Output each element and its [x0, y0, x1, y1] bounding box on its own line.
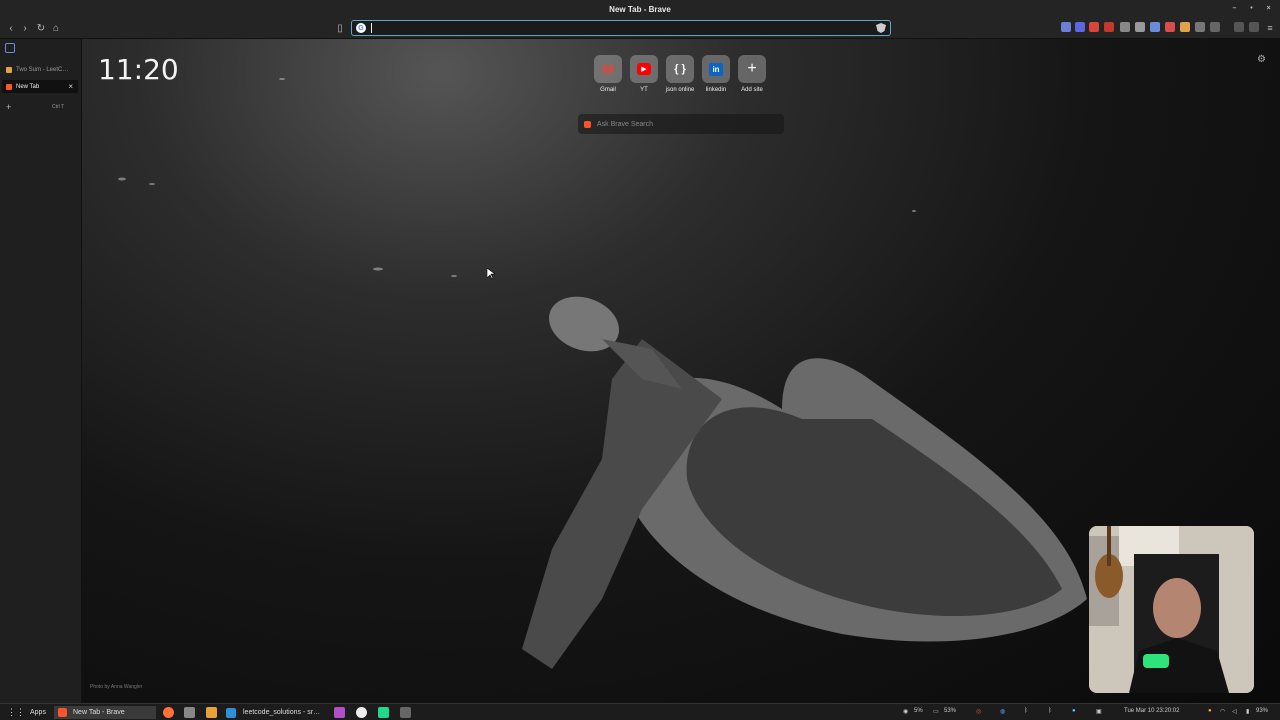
extension-icon[interactable]	[1180, 22, 1190, 32]
vertical-tabs-sidebar: Two Sum - LeetC… New Tab × + Ctrl T	[0, 39, 82, 703]
add-site-button[interactable]: + Add site	[734, 55, 770, 93]
browser-toolbar: ‹ › ↻ ⌂ ▯ G ≡	[0, 18, 1280, 39]
plus-icon: +	[6, 101, 12, 112]
bluetooth-icon[interactable]: ᛒ	[1024, 708, 1028, 714]
top-site-label: linkedin	[705, 87, 727, 93]
brave-shields-icon[interactable]	[876, 23, 886, 33]
extension-icon[interactable]	[1210, 22, 1220, 32]
shortcut-hint: Ctrl T	[52, 103, 65, 110]
maximize-button[interactable]: •	[1246, 3, 1257, 14]
extension-icon[interactable]	[1120, 22, 1130, 32]
close-window-button[interactable]: ×	[1263, 3, 1274, 14]
taskbar-item-vscode[interactable]: leetcode_solutions - sr…	[226, 706, 326, 719]
linkedin-icon: in	[702, 55, 730, 83]
wallet-icon[interactable]	[1249, 22, 1259, 32]
tab-two-sum[interactable]: Two Sum - LeetC…	[2, 63, 78, 76]
battery-icon: ▮	[1246, 709, 1250, 715]
tab-label: Two Sum - LeetC…	[16, 66, 69, 73]
youtube-icon: ▶	[630, 55, 658, 83]
brave-search-box[interactable]: Ask Brave Search	[578, 114, 784, 134]
pycharm-icon[interactable]	[378, 707, 389, 718]
app-tray-icon[interactable]: ◍	[1000, 708, 1005, 715]
google-icon: G	[356, 23, 366, 33]
home-icon[interactable]: ⌂	[49, 21, 63, 35]
vscode-icon	[226, 707, 236, 718]
sidebar-toggle-icon[interactable]	[1234, 22, 1244, 32]
plus-icon: +	[738, 55, 766, 83]
apps-menu-label[interactable]: Apps	[30, 706, 46, 719]
cpu-icon: ◉	[903, 709, 909, 715]
extension-icon[interactable]	[1075, 22, 1085, 32]
app-icon[interactable]	[400, 707, 411, 718]
app-tray-icon[interactable]: ◎	[976, 708, 981, 715]
brave-icon	[58, 708, 67, 717]
top-site-label: json online	[665, 87, 695, 93]
window-title: New Tab - Brave	[609, 4, 671, 14]
menu-icon[interactable]: ≡	[1263, 21, 1277, 35]
back-icon[interactable]: ‹	[4, 21, 18, 35]
tab-label: New Tab	[16, 83, 40, 90]
bookmark-icon[interactable]: ▯	[333, 21, 347, 35]
json-icon: { }	[666, 55, 694, 83]
battery-level: 93%	[1256, 708, 1269, 714]
extension-icon[interactable]	[1135, 22, 1145, 32]
memory-usage: 53%	[944, 708, 957, 714]
window-controls: – • ×	[1229, 3, 1274, 14]
extension-icon[interactable]	[1089, 22, 1099, 32]
app-tray-icon[interactable]: ●	[1072, 708, 1076, 714]
top-site-label: YT	[640, 87, 648, 93]
wifi-icon[interactable]: ◠	[1220, 708, 1225, 715]
leetcode-icon	[6, 66, 12, 73]
top-site-linkedin[interactable]: in linkedin	[698, 55, 734, 93]
reload-icon[interactable]: ↻	[34, 21, 48, 35]
firefox-icon[interactable]	[163, 707, 174, 718]
extension-icon[interactable]	[1165, 22, 1175, 32]
extension-icon[interactable]	[1061, 22, 1071, 32]
system-taskbar: ⋮⋮ Apps New Tab - Brave leetcode_solutio…	[0, 703, 1280, 720]
webcam-overlay	[1089, 526, 1254, 693]
volume-icon[interactable]: ◁	[1232, 708, 1237, 715]
clock: 11:20	[98, 53, 179, 86]
top-site-json-online[interactable]: { } json online	[662, 55, 698, 93]
search-placeholder: Ask Brave Search	[597, 120, 654, 128]
url-input[interactable]	[369, 22, 869, 34]
jetbrains-icon[interactable]	[334, 707, 345, 718]
top-site-label: Add site	[741, 87, 763, 93]
close-tab-icon[interactable]: ×	[68, 82, 73, 91]
cpu-usage: 5%	[914, 708, 923, 714]
extensions-puzzle-icon[interactable]	[1195, 22, 1205, 32]
address-bar[interactable]: G	[351, 20, 891, 36]
gear-icon[interactable]: ⚙	[1257, 54, 1266, 65]
microphone-icon[interactable]: ●	[1208, 708, 1212, 714]
bluetooth-icon[interactable]: ᛒ	[1048, 708, 1052, 714]
photo-credit[interactable]: Photo by Anna Wangler	[90, 684, 142, 690]
window-titlebar: New Tab - Brave – • ×	[0, 0, 1280, 18]
top-site-label: Gmail	[600, 87, 616, 93]
webcam-person-image	[1089, 526, 1254, 693]
memory-icon: ▭	[933, 709, 939, 715]
brave-lion-icon	[584, 120, 591, 128]
clipboard-icon[interactable]: ▣	[1096, 708, 1102, 715]
extension-icon[interactable]	[1104, 22, 1114, 32]
taskbar-item-brave[interactable]: New Tab - Brave	[54, 706, 156, 719]
file-manager-icon[interactable]	[184, 707, 195, 718]
sublime-text-icon[interactable]	[206, 707, 217, 718]
minimize-button[interactable]: –	[1229, 3, 1240, 14]
mouse-cursor-icon	[487, 268, 495, 280]
gmail-icon: M	[594, 55, 622, 83]
app-icon[interactable]	[356, 707, 367, 718]
extension-icon[interactable]	[1150, 22, 1160, 32]
top-site-youtube[interactable]: ▶ YT	[626, 55, 662, 93]
brave-icon	[6, 83, 12, 90]
top-site-gmail[interactable]: M Gmail	[590, 55, 626, 93]
text-caret	[371, 23, 372, 33]
forward-icon[interactable]: ›	[18, 21, 32, 35]
date-time[interactable]: Tue Mar 10 23:20:02	[1124, 708, 1179, 714]
apps-grid-icon[interactable]: ⋮⋮	[7, 706, 25, 719]
tab-new-tab[interactable]: New Tab ×	[2, 80, 78, 93]
sidebar-panel-icon[interactable]	[5, 43, 15, 53]
new-tab-button[interactable]: + Ctrl T	[2, 100, 78, 113]
